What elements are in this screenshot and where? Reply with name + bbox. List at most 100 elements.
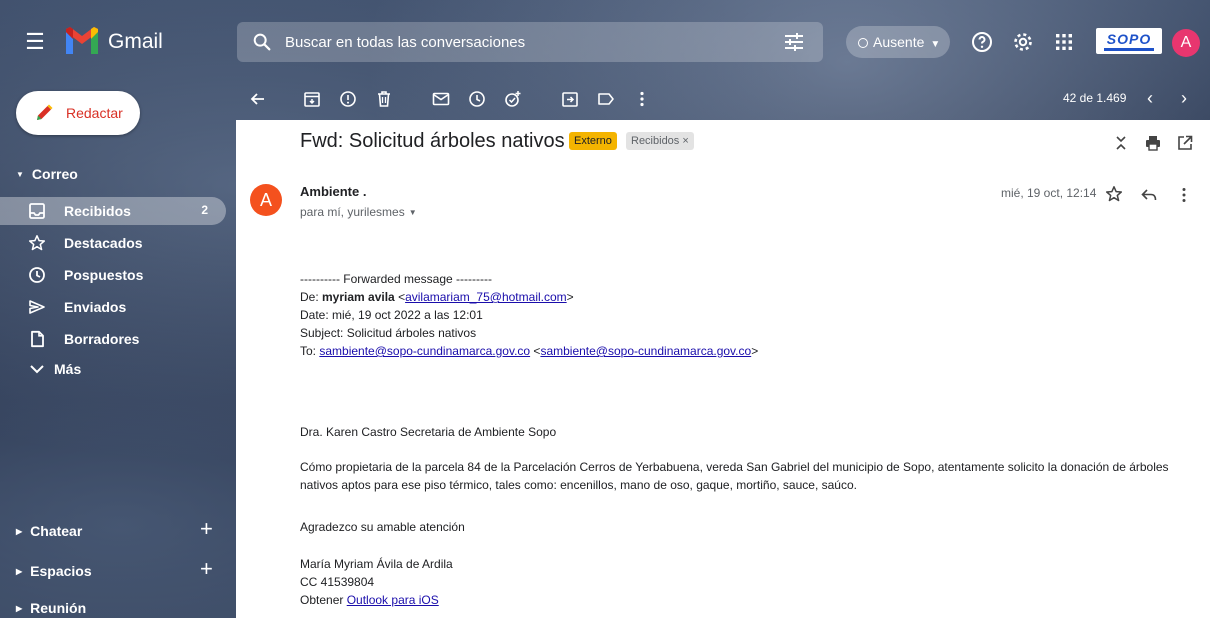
sidebar-item-sent[interactable]: Enviados xyxy=(0,293,232,321)
trash-icon[interactable] xyxy=(374,89,394,109)
forwarded-header: ---------- Forwarded message --------- xyxy=(300,272,492,286)
search-bar[interactable] xyxy=(237,22,823,62)
back-arrow-icon[interactable] xyxy=(248,89,268,109)
status-dropdown[interactable]: Ausente ▼ xyxy=(846,26,950,58)
sidebar-item-label: Recibidos xyxy=(64,203,131,219)
sender-avatar[interactable]: A xyxy=(250,184,282,216)
mark-unread-icon[interactable] xyxy=(431,89,451,109)
search-options-icon[interactable] xyxy=(783,32,805,52)
hamburger-icon: ☰ xyxy=(25,29,45,54)
email-bracket: > xyxy=(751,344,759,358)
add-task-icon[interactable] xyxy=(503,89,523,109)
to-email-link[interactable]: sambiente@sopo-cundinamarca.gov.co xyxy=(319,344,530,358)
top-bar: ☰ Gmail Ausente ▼ xyxy=(0,0,1210,84)
to-email-link[interactable]: sambiente@sopo-cundinamarca.gov.co xyxy=(540,344,751,358)
email-bracket: < xyxy=(394,290,406,304)
main-menu-button[interactable]: ☰ xyxy=(22,30,48,54)
spaces-section-header[interactable]: ▶ Espacios xyxy=(16,563,92,579)
to-line: To: sambiente@sopo-cundinamarca.gov.co <… xyxy=(300,342,758,360)
sidebar-item-label: Enviados xyxy=(64,299,127,315)
outlook-line: Obtener Outlook para iOS xyxy=(300,591,439,609)
more-vert-icon[interactable] xyxy=(1175,186,1193,204)
recipients-line[interactable]: para mí, yurilesmes ▼ xyxy=(300,205,417,219)
snooze-clock-icon[interactable] xyxy=(467,89,487,109)
draft-icon xyxy=(31,330,44,348)
sidebar-item-label: Borradores xyxy=(64,331,140,347)
unread-count: 2 xyxy=(201,203,208,217)
chat-section-header[interactable]: ▶ Chatear xyxy=(16,523,82,539)
compose-label: Redactar xyxy=(66,105,123,121)
pagination-counter: 42 de 1.469 xyxy=(1063,91,1127,105)
collapse-all-icon[interactable] xyxy=(1112,134,1130,152)
mail-section-header[interactable]: ▼ Correo xyxy=(16,166,78,182)
open-in-new-window-icon[interactable] xyxy=(1176,134,1194,152)
archive-icon[interactable] xyxy=(302,89,322,109)
caret-right-icon: ▶ xyxy=(16,567,23,576)
gmail-logo[interactable] xyxy=(64,26,100,56)
subject-line: Subject: Solicitud árboles nativos xyxy=(300,326,477,340)
chevron-left-icon: ‹ xyxy=(1147,88,1153,108)
sidebar-item-label: Pospuestos xyxy=(64,267,144,283)
status-ring-icon xyxy=(858,38,868,48)
older-button[interactable]: › xyxy=(1174,88,1194,108)
signature-name: María Myriam Ávila de Ardila xyxy=(300,557,453,571)
email-bracket: > xyxy=(566,290,574,304)
caret-right-icon: ▶ xyxy=(16,604,23,613)
status-label: Ausente xyxy=(873,34,925,50)
report-spam-icon[interactable] xyxy=(338,89,358,109)
print-icon[interactable] xyxy=(1144,134,1162,152)
sidebar-item-more[interactable]: Más xyxy=(0,355,232,383)
search-icon[interactable] xyxy=(251,31,273,53)
caret-down-icon: ▼ xyxy=(16,170,24,179)
gear-icon[interactable] xyxy=(1011,30,1035,54)
organization-logo-text: SOPO xyxy=(1106,31,1152,47)
thanks-line: Agradezco su amable atención xyxy=(300,520,465,534)
search-input[interactable] xyxy=(285,30,755,54)
caret-down-icon: ▼ xyxy=(408,208,417,217)
sidebar-item-starred[interactable]: Destacados xyxy=(0,229,232,257)
organization-logo[interactable]: SOPO xyxy=(1096,28,1162,54)
email-date: mié, 19 oct, 12:14 xyxy=(1001,186,1097,200)
to-label: To: xyxy=(300,344,320,358)
caret-right-icon: ▶ xyxy=(16,527,23,536)
greeting: Dra. Karen Castro Secretaria de Ambiente… xyxy=(300,425,557,439)
apps-grid-icon[interactable] xyxy=(1052,30,1076,54)
signature-id: CC 41539804 xyxy=(300,575,375,589)
inbox-icon xyxy=(29,203,45,219)
date-line: Date: mié, 19 oct 2022 a las 12:01 xyxy=(300,308,483,322)
meet-section-label: Reunión xyxy=(30,600,87,616)
external-label: Externo xyxy=(569,132,617,150)
email-view: Fwd: Solicitud árboles nativos Externo R… xyxy=(236,120,1210,618)
star-icon xyxy=(28,235,46,251)
outlook-link[interactable]: Outlook para iOS xyxy=(347,593,439,607)
sidebar-item-label: Destacados xyxy=(64,235,143,251)
sender-name[interactable]: Ambiente . xyxy=(300,184,366,199)
reply-icon[interactable] xyxy=(1140,186,1158,204)
sidebar-item-drafts[interactable]: Borradores xyxy=(0,325,232,353)
email-subject: Fwd: Solicitud árboles nativos xyxy=(300,130,565,152)
recipients-text: para mí, yurilesmes xyxy=(300,205,405,219)
sidebar-item-inbox[interactable]: Recibidos 2 xyxy=(0,197,226,225)
move-to-icon[interactable] xyxy=(560,89,580,109)
star-icon[interactable] xyxy=(1105,185,1123,203)
meet-section-header[interactable]: ▶ Reunión xyxy=(16,600,86,616)
chevron-down-icon xyxy=(30,365,44,374)
label-icon[interactable] xyxy=(596,89,616,109)
request-paragraph: Cómo propietaria de la parcela 84 de la … xyxy=(300,460,1169,492)
newer-button[interactable]: ‹ xyxy=(1140,88,1160,108)
email-bracket: < xyxy=(530,344,541,358)
more-vert-icon[interactable] xyxy=(632,89,652,109)
app-title: Gmail xyxy=(108,30,163,53)
sidebar-item-snoozed[interactable]: Pospuestos xyxy=(0,261,232,289)
account-avatar[interactable]: A xyxy=(1172,29,1200,57)
outlook-prefix: Obtener xyxy=(300,593,347,607)
caret-down-icon: ▼ xyxy=(930,39,941,50)
from-label: De: xyxy=(300,290,323,304)
from-email-link[interactable]: avilamariam_75@hotmail.com xyxy=(405,290,567,304)
inbox-label-chip[interactable]: Recibidos × xyxy=(626,132,694,150)
add-space-icon[interactable]: + xyxy=(200,556,213,582)
add-chat-icon[interactable]: + xyxy=(200,516,213,542)
mail-section-label: Correo xyxy=(31,166,78,182)
compose-button[interactable]: Redactar xyxy=(16,91,140,135)
help-icon[interactable] xyxy=(970,30,994,54)
